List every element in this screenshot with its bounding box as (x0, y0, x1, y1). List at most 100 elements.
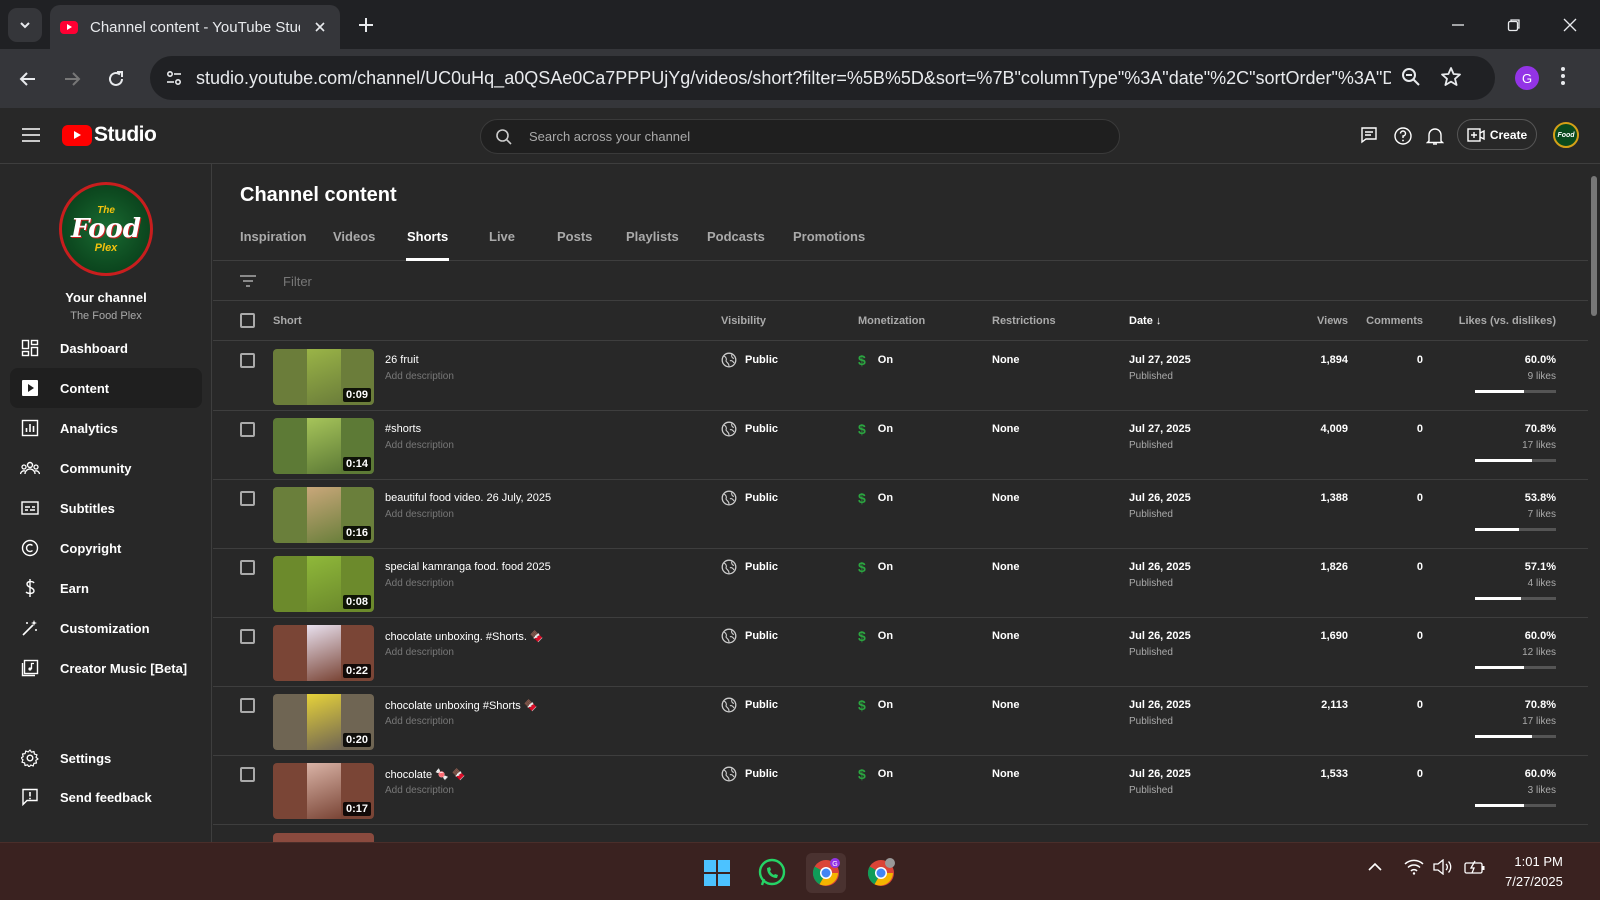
row-checkbox[interactable] (240, 491, 255, 506)
chrome-icon[interactable] (861, 853, 901, 893)
filter-input[interactable]: Filter (283, 274, 312, 289)
create-button[interactable]: Create (1457, 119, 1537, 150)
messages-icon[interactable] (1360, 126, 1378, 144)
volume-icon[interactable] (1433, 859, 1453, 875)
row-checkbox[interactable] (240, 353, 255, 368)
sidebar-item-community[interactable]: Community (10, 448, 202, 488)
video-title[interactable]: special kamranga food. food 2025 (385, 561, 551, 573)
tab-posts[interactable]: Posts (557, 229, 592, 261)
back-icon[interactable] (12, 63, 44, 95)
sidebar-item-earn[interactable]: Earn (10, 568, 202, 608)
video-description[interactable]: Add description (385, 440, 454, 451)
browser-tab[interactable]: Channel content - YouTube Studio (50, 5, 340, 49)
close-tab-icon[interactable] (310, 17, 330, 37)
video-title[interactable]: chocolate unboxing. #Shorts. 🍫 (385, 630, 544, 643)
system-clock[interactable]: 1:01 PM 7/27/2025 (1505, 852, 1563, 892)
video-title[interactable]: beautiful food video. 26 July, 2025 (385, 492, 551, 504)
video-title[interactable]: chocolate 🍬 🍫 (385, 768, 466, 781)
tab-videos[interactable]: Videos (333, 229, 375, 261)
main-scrollbar[interactable] (1588, 164, 1600, 842)
monetization-status[interactable]: $ On (858, 352, 893, 368)
tab-promotions[interactable]: Promotions (793, 229, 865, 261)
table-row[interactable]: 0:09 26 fruit Add description Public $ O… (213, 341, 1588, 411)
sidebar-item-send-feedback[interactable]: Send feedback (10, 777, 202, 817)
table-row[interactable]: 0:22 chocolate unboxing. #Shorts. 🍫 Add … (213, 617, 1588, 687)
visibility-dropdown[interactable]: Public (721, 628, 778, 644)
table-row[interactable]: 0:08 special kamranga food. food 2025 Ad… (213, 548, 1588, 618)
scrollbar-thumb[interactable] (1591, 176, 1597, 316)
new-tab-icon[interactable] (354, 13, 378, 37)
monetization-status[interactable]: $ On (858, 421, 893, 437)
search-input[interactable]: Search across your channel (529, 129, 690, 144)
visibility-dropdown[interactable]: Public (721, 421, 778, 437)
sidebar-item-customization[interactable]: Customization (10, 608, 202, 648)
video-title[interactable]: #shorts (385, 423, 421, 435)
forward-icon[interactable] (56, 63, 88, 95)
video-thumbnail[interactable]: 0:22 (273, 625, 374, 681)
tab-podcasts[interactable]: Podcasts (707, 229, 765, 261)
channel-avatar-large[interactable]: The Food Plex (59, 182, 153, 276)
tab-shorts[interactable]: Shorts (406, 229, 450, 261)
notifications-bell-icon[interactable] (1426, 126, 1444, 146)
reload-icon[interactable] (100, 63, 132, 95)
video-description[interactable]: Add description (385, 371, 454, 382)
video-description[interactable]: Add description (385, 578, 454, 589)
video-thumbnail[interactable]: 0:09 (273, 349, 374, 405)
monetization-status[interactable]: $ On (858, 628, 893, 644)
sidebar-item-settings[interactable]: Settings (10, 738, 202, 778)
video-description[interactable]: Add description (385, 716, 454, 727)
visibility-dropdown[interactable]: Public (721, 490, 778, 506)
close-window-icon[interactable] (1552, 10, 1588, 40)
sidebar-item-dashboard[interactable]: Dashboard (10, 328, 202, 368)
tab-search-button[interactable] (8, 8, 42, 42)
video-title[interactable]: chocolate unboxing #Shorts 🍫 (385, 699, 538, 712)
sidebar-item-copyright[interactable]: Copyright (10, 528, 202, 568)
column-header-date[interactable]: Date ↓ (1129, 315, 1161, 327)
browser-menu-icon[interactable] (1560, 65, 1566, 87)
monetization-status[interactable]: $ On (858, 559, 893, 575)
row-checkbox[interactable] (240, 422, 255, 437)
visibility-dropdown[interactable]: Public (721, 766, 778, 782)
site-info-icon[interactable] (160, 64, 188, 92)
sidebar-item-creator-music[interactable]: Creator Music [Beta] (10, 648, 202, 688)
filter-bar[interactable]: Filter (213, 261, 1588, 301)
table-row[interactable]: 0:16 beautiful food video. 26 July, 2025… (213, 479, 1588, 549)
video-thumbnail[interactable]: 0:14 (273, 418, 374, 474)
battery-icon[interactable] (1464, 859, 1486, 875)
monetization-status[interactable]: $ On (858, 697, 893, 713)
video-thumbnail[interactable]: 0:16 (273, 487, 374, 543)
studio-logo[interactable]: Studio (62, 123, 157, 147)
hamburger-menu-icon[interactable] (20, 126, 42, 144)
url-text[interactable]: studio.youtube.com/channel/UC0uHq_a0QSAe… (196, 68, 1391, 89)
table-row[interactable]: 0:14 #shorts Add description Public $ On… (213, 410, 1588, 480)
sidebar-item-subtitles[interactable]: Subtitles (10, 488, 202, 528)
help-icon[interactable] (1393, 126, 1413, 146)
visibility-dropdown[interactable]: Public (721, 559, 778, 575)
video-title[interactable]: 26 fruit (385, 354, 419, 366)
minimize-icon[interactable] (1440, 10, 1476, 40)
bookmark-star-icon[interactable] (1440, 66, 1462, 88)
zoom-icon[interactable] (1400, 66, 1422, 88)
tab-playlists[interactable]: Playlists (626, 229, 679, 261)
monetization-status[interactable]: $ On (858, 490, 893, 506)
channel-avatar[interactable]: Food (1553, 122, 1579, 148)
sidebar-item-content[interactable]: Content (10, 368, 202, 408)
sidebar-item-analytics[interactable]: Analytics (10, 408, 202, 448)
video-description[interactable]: Add description (385, 647, 454, 658)
table-row[interactable]: 0:17 chocolate 🍬 🍫 Add description Publi… (213, 755, 1588, 825)
monetization-status[interactable]: $ On (858, 766, 893, 782)
whatsapp-icon[interactable] (752, 853, 792, 893)
windows-start-icon[interactable] (697, 853, 737, 893)
row-checkbox[interactable] (240, 629, 255, 644)
video-description[interactable]: Add description (385, 509, 454, 520)
row-checkbox[interactable] (240, 698, 255, 713)
show-hidden-icons-icon[interactable] (1368, 862, 1382, 872)
browser-profile-avatar[interactable]: G (1515, 66, 1539, 90)
tab-live[interactable]: Live (489, 229, 515, 261)
search-bar[interactable]: Search across your channel (480, 119, 1120, 154)
video-thumbnail[interactable]: 0:08 (273, 556, 374, 612)
visibility-dropdown[interactable]: Public (721, 697, 778, 713)
video-thumbnail[interactable]: 0:20 (273, 694, 374, 750)
address-bar[interactable]: studio.youtube.com/channel/UC0uHq_a0QSAe… (150, 56, 1495, 100)
row-checkbox[interactable] (240, 767, 255, 782)
